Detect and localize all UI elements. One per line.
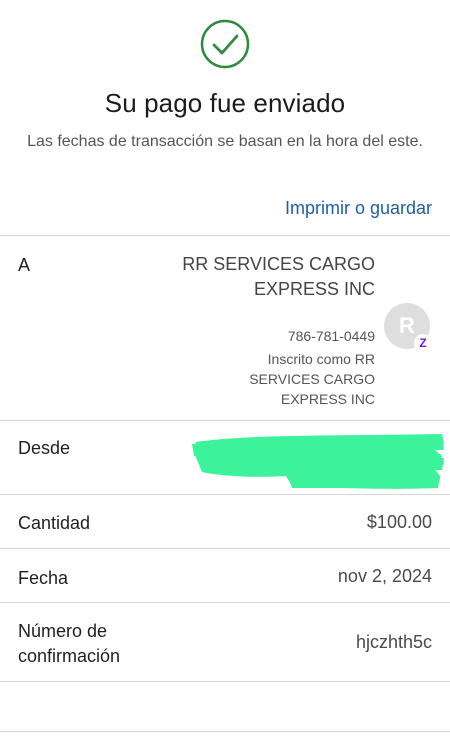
divider <box>0 602 450 603</box>
recipient-enrolled-as: Inscrito como RR SERVICES CARGO EXPRESS … <box>249 351 375 407</box>
divider <box>0 548 450 549</box>
confirmation-label: Número de confirmación <box>18 621 121 666</box>
divider <box>0 731 450 732</box>
date-value: nov 2, 2024 <box>337 566 432 586</box>
recipient-name: RR SERVICES CARGO EXPRESS INC <box>182 254 375 299</box>
date-label: Fecha <box>18 568 69 588</box>
divider <box>0 494 450 495</box>
divider <box>0 235 450 236</box>
amount-label: Cantidad <box>18 513 91 533</box>
from-label: Desde <box>18 438 71 458</box>
checkmark-circle-icon <box>200 19 250 69</box>
timezone-note: Las fechas de transacción se basan en la… <box>27 133 423 150</box>
redaction-mark <box>192 432 446 490</box>
avatar-initial: R <box>399 313 415 338</box>
page-title: Su pago fue enviado <box>104 88 346 118</box>
payment-confirmation-screen: Su pago fue enviado Las fechas de transa… <box>0 0 450 736</box>
amount-value: $100.00 <box>366 512 432 532</box>
divider <box>0 420 450 421</box>
confirmation-value: hjczhth5c <box>355 632 432 652</box>
divider <box>0 681 450 682</box>
recipient-phone: 786-781-0449 <box>287 328 375 344</box>
recipient-label: A <box>18 255 31 275</box>
zelle-icon: Z <box>414 334 432 352</box>
print-or-save-link[interactable]: Imprimir o guardar <box>285 198 432 219</box>
